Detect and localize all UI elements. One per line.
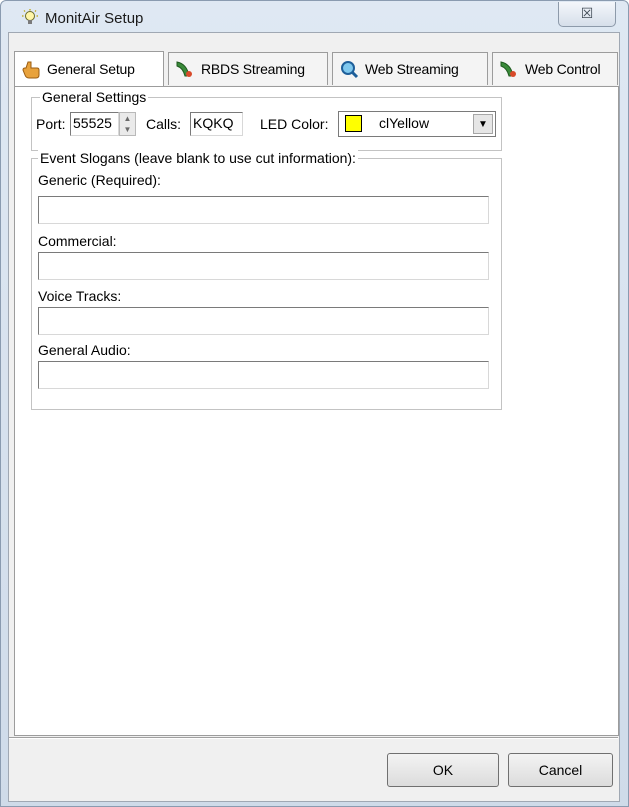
generic-input[interactable] <box>38 196 489 224</box>
commercial-label: Commercial: <box>38 233 117 249</box>
general-setup-page: General Settings Port: 55525 ▲ ▼ Calls: … <box>14 86 619 736</box>
title-bar[interactable]: MonitAir Setup ☒ <box>1 1 628 35</box>
color-swatch <box>345 115 362 132</box>
general-settings-group: General Settings Port: 55525 ▲ ▼ Calls: … <box>31 89 502 151</box>
led-color-label: LED Color: <box>260 116 329 132</box>
tab-label: General Setup <box>47 61 135 77</box>
general-audio-input[interactable] <box>38 361 489 389</box>
tab-label: Web Control <box>525 61 601 77</box>
satellite-dish-icon <box>176 61 192 77</box>
close-button[interactable]: ☒ <box>558 2 616 27</box>
tab-label: RBDS Streaming <box>201 61 305 77</box>
tab-web-control[interactable]: Web Control <box>492 52 618 85</box>
voice-tracks-input[interactable] <box>38 307 489 335</box>
divider <box>9 737 618 739</box>
satellite-dish-icon <box>500 61 516 77</box>
general-audio-label: General Audio: <box>38 342 131 358</box>
tab-label: Web Streaming <box>365 61 459 77</box>
group-legend: Event Slogans (leave blank to use cut in… <box>38 150 358 166</box>
tab-general-setup[interactable]: General Setup <box>14 51 164 86</box>
port-spinner[interactable]: ▲ ▼ <box>119 112 136 136</box>
led-color-value: clYellow <box>379 115 430 131</box>
ok-button[interactable]: OK <box>387 753 499 787</box>
cancel-button[interactable]: Cancel <box>508 753 613 787</box>
commercial-input[interactable] <box>38 252 489 280</box>
calls-input[interactable]: KQKQ <box>190 112 243 136</box>
spin-down-icon[interactable]: ▼ <box>120 124 135 135</box>
generic-label: Generic (Required): <box>38 172 161 188</box>
hand-pointer-icon <box>22 61 40 79</box>
spin-up-icon[interactable]: ▲ <box>120 113 135 124</box>
magnifier-globe-icon <box>341 61 359 79</box>
lightbulb-icon <box>22 9 38 24</box>
port-label: Port: <box>36 116 66 132</box>
window-title: MonitAir Setup <box>45 10 144 27</box>
tab-rbds-streaming[interactable]: RBDS Streaming <box>168 52 328 85</box>
port-input[interactable]: 55525 <box>70 112 119 136</box>
event-slogans-group: Event Slogans (leave blank to use cut in… <box>31 150 502 410</box>
calls-label: Calls: <box>146 116 182 132</box>
chevron-down-icon[interactable]: ▼ <box>473 114 493 134</box>
tab-strip: General Setup RBDS Streaming Web Streami… <box>14 51 618 86</box>
led-color-select[interactable]: clYellow ▼ <box>338 111 496 137</box>
group-legend: General Settings <box>40 89 149 105</box>
voice-tracks-label: Voice Tracks: <box>38 288 122 304</box>
tab-web-streaming[interactable]: Web Streaming <box>332 52 488 85</box>
